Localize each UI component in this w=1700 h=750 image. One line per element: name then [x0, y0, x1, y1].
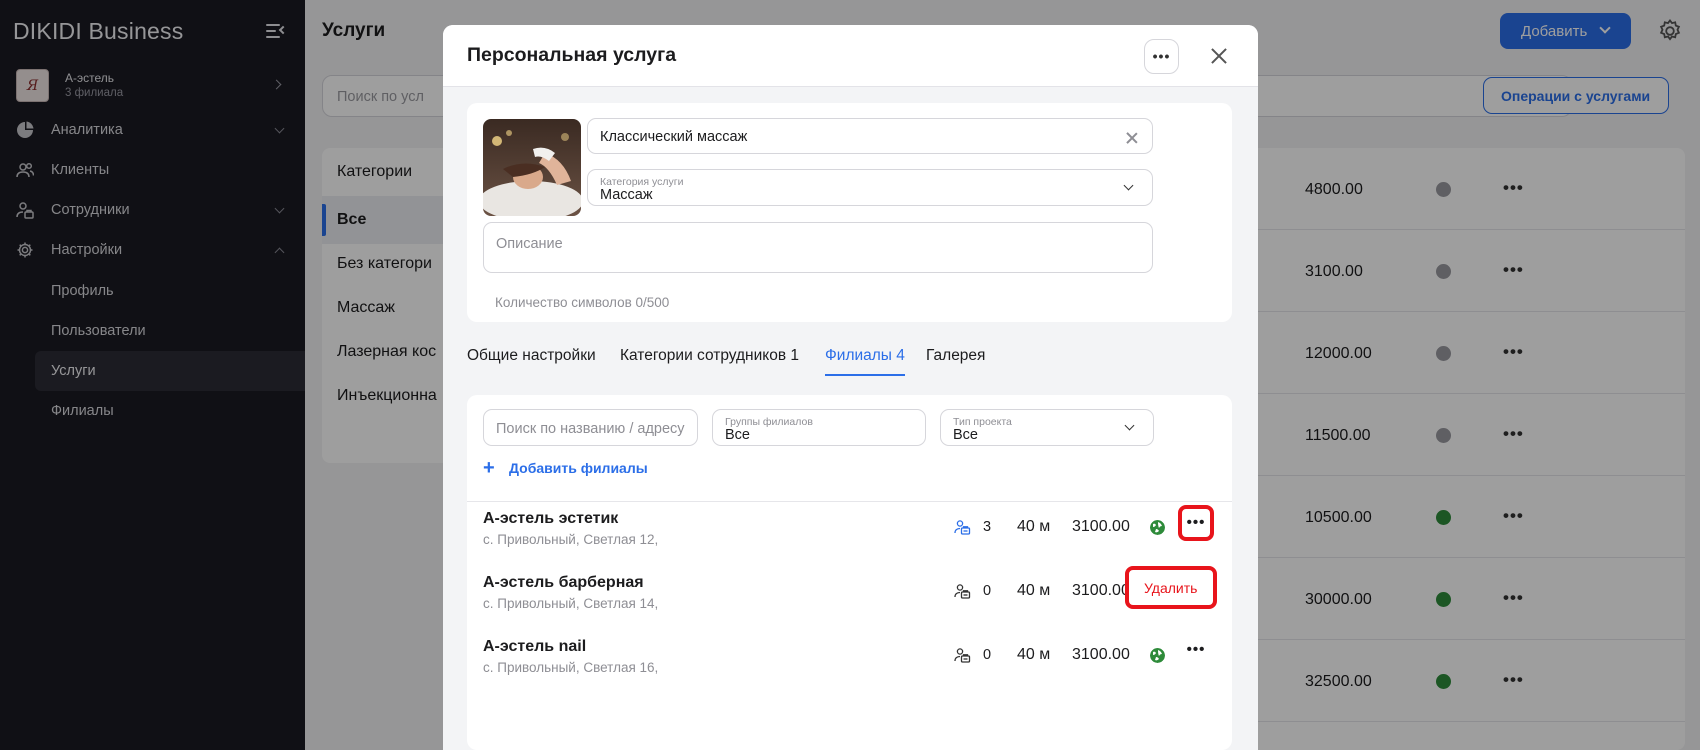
branch-duration: 40 м: [1017, 646, 1051, 663]
branch-price: 3100.00: [1072, 518, 1130, 535]
clear-icon[interactable]: [1126, 132, 1138, 144]
service-photo[interactable]: [483, 119, 581, 216]
branch-duration: 40 м: [1017, 518, 1051, 535]
branch-address: с. Привольный, Светлая 14,: [483, 596, 659, 611]
massage-photo-image: [483, 119, 581, 216]
service-main-card: Классический массаж Категория услуги Мас…: [467, 103, 1232, 322]
branch-groups-select[interactable]: Группы филиалов Все: [712, 409, 926, 446]
project-type-value: Все: [953, 427, 978, 443]
branch-row: А-эстель nail с. Привольный, Светлая 16,…: [467, 638, 1232, 700]
branch-price: 3100.00: [1072, 646, 1130, 663]
description-placeholder: Описание: [496, 236, 563, 252]
plus-icon: +: [483, 457, 495, 479]
modal-more-button[interactable]: •••: [1144, 39, 1179, 74]
branch-duration: 40 м: [1017, 582, 1051, 599]
service-name-input[interactable]: Классический массаж: [587, 118, 1153, 154]
globe-online-icon: [1150, 648, 1165, 663]
branch-more-button[interactable]: •••: [1178, 633, 1214, 669]
modal-title: Персональная услуга: [467, 44, 677, 66]
groups-field-value: Все: [725, 427, 750, 443]
branch-address: с. Привольный, Светлая 16,: [483, 660, 659, 675]
branch-row: А-эстель барберная с. Привольный, Светла…: [467, 574, 1232, 636]
add-branches-label: Добавить филиалы: [509, 460, 648, 476]
tab-general-settings[interactable]: Общие настройки: [467, 347, 596, 365]
tab-employee-categories[interactable]: Категории сотрудников 1: [620, 347, 799, 365]
branch-name: А-эстель барберная: [483, 574, 644, 591]
delete-menu-item[interactable]: Удалить: [1125, 566, 1217, 609]
staff-icon: [954, 520, 971, 535]
delete-label: Удалить: [1144, 580, 1198, 596]
branch-search-input[interactable]: Поиск по названию / адресу: [483, 409, 698, 446]
staff-count: 3: [983, 519, 992, 535]
personal-service-modal: Персональная услуга ••• Классический мас…: [443, 25, 1258, 750]
service-name-value: Классический массаж: [600, 129, 748, 145]
branch-search-placeholder: Поиск по названию / адресу: [496, 421, 685, 437]
staff-count: 0: [983, 583, 992, 599]
description-textarea[interactable]: Описание: [483, 222, 1153, 273]
close-icon[interactable]: [1207, 44, 1231, 68]
branch-name: А-эстель эстетик: [483, 510, 619, 527]
globe-online-icon: [1150, 520, 1165, 535]
staff-icon: [954, 648, 971, 663]
chevron-down-icon: [1124, 420, 1135, 431]
tab-gallery[interactable]: Галерея: [926, 347, 985, 365]
modal-header: Персональная услуга •••: [443, 25, 1258, 87]
branch-row: А-эстель эстетик с. Привольный, Светлая …: [467, 505, 1232, 572]
branch-name: А-эстель nail: [483, 638, 587, 655]
char-count: Количество символов 0/500: [495, 295, 670, 310]
tab-branches[interactable]: Филиалы 4: [825, 347, 905, 376]
project-type-select[interactable]: Тип проекта Все: [940, 409, 1154, 446]
service-category-select[interactable]: Категория услуги Массаж: [587, 169, 1153, 206]
category-field-value: Массаж: [600, 187, 653, 203]
branch-price: 3100.00: [1072, 582, 1130, 599]
branch-address: с. Привольный, Светлая 12,: [483, 532, 659, 547]
chevron-down-icon: [1123, 180, 1134, 191]
staff-icon: [954, 584, 971, 599]
staff-count: 0: [983, 647, 992, 663]
branch-more-button[interactable]: •••: [1178, 505, 1214, 541]
divider: [467, 501, 1232, 502]
branches-card: Поиск по названию / адресу Группы филиал…: [467, 395, 1232, 750]
